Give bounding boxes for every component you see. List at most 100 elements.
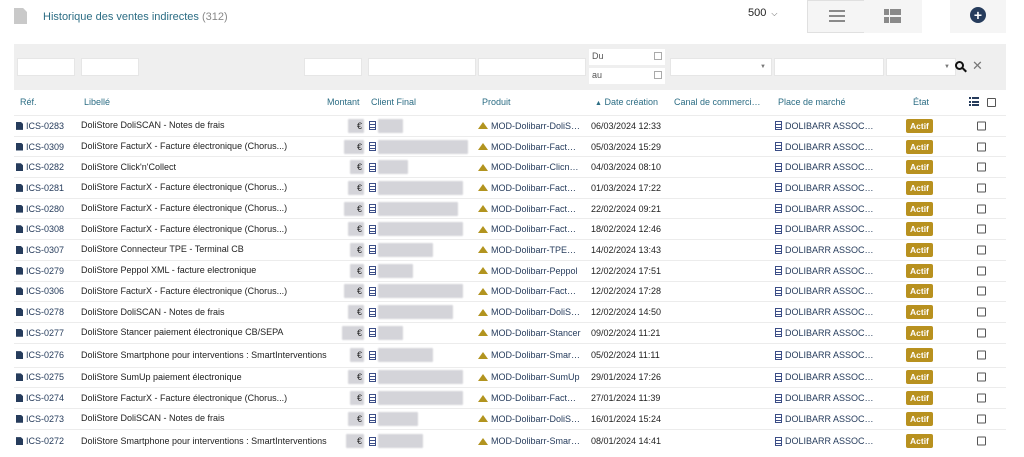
row-ref-link[interactable]: ICS-0278 [26, 307, 64, 317]
row-product[interactable]: MOD-Dolibarr-Fact… [478, 388, 576, 408]
row-ref-link[interactable]: ICS-0282 [26, 162, 64, 172]
col-date[interactable]: ▲ Date création [595, 97, 658, 107]
col-libelle[interactable]: Libellé [84, 97, 110, 107]
row-client-redacted[interactable] [378, 240, 433, 260]
row-marketplace[interactable]: DOLIBARR ASSOC… [775, 261, 874, 281]
row-ref-link[interactable]: ICS-0309 [26, 142, 64, 152]
col-marche[interactable]: Place de marché [778, 97, 846, 107]
row-ref-link[interactable]: ICS-0308 [26, 224, 64, 234]
col-canal[interactable]: Canal de commerci… [674, 97, 761, 107]
filter-produit-input[interactable] [478, 58, 586, 76]
row-ref-link[interactable]: ICS-0281 [26, 183, 64, 193]
row-product[interactable]: MOD-Dolibarr-Smar… [478, 430, 580, 453]
row-client-redacted[interactable] [378, 282, 463, 302]
row-ref-link[interactable]: ICS-0306 [26, 286, 64, 296]
row-marketplace[interactable]: DOLIBARR ASSOC… [775, 240, 874, 260]
row-checkbox[interactable] [977, 245, 986, 255]
row-product[interactable]: MOD-Dolibarr-Fact… [478, 178, 576, 198]
row-checkbox[interactable] [977, 307, 986, 317]
row-product[interactable]: MOD-Dolibarr-SumUp [478, 368, 580, 388]
filter-etat-select[interactable]: ▼ [886, 58, 956, 76]
row-checkbox[interactable] [977, 286, 986, 296]
filter-marche-input[interactable] [774, 58, 884, 76]
row-checkbox[interactable] [977, 162, 986, 172]
row-ref-link[interactable]: ICS-0273 [26, 414, 64, 424]
row-product[interactable]: MOD-Dolibarr-TPE… [478, 240, 576, 260]
list-settings-icon[interactable] [969, 97, 979, 106]
row-marketplace[interactable]: DOLIBARR ASSOC… [775, 409, 874, 429]
row-client-redacted[interactable] [378, 430, 423, 453]
row-ref-link[interactable]: ICS-0274 [26, 393, 64, 403]
search-icon[interactable] [955, 61, 967, 73]
row-product[interactable]: MOD-Dolibarr-DoliS… [478, 409, 580, 429]
col-etat[interactable]: État [913, 97, 929, 107]
row-marketplace[interactable]: DOLIBARR ASSOC… [775, 282, 874, 302]
filter-date-from[interactable]: Du [589, 49, 665, 65]
col-ref[interactable]: Réf. [20, 97, 37, 107]
calendar-icon[interactable] [654, 71, 662, 79]
row-checkbox[interactable] [977, 183, 986, 193]
row-client-redacted[interactable] [378, 302, 453, 322]
row-marketplace[interactable]: DOLIBARR ASSOC… [775, 344, 874, 367]
row-client-redacted[interactable] [378, 409, 418, 429]
row-marketplace[interactable]: DOLIBARR ASSOC… [775, 137, 874, 157]
list-view-button[interactable] [807, 0, 865, 33]
clear-icon[interactable]: ✕ [972, 58, 983, 74]
filter-client-input[interactable] [368, 58, 476, 76]
row-client-redacted[interactable] [378, 219, 463, 239]
row-client-redacted[interactable] [378, 344, 433, 367]
row-product[interactable]: MOD-Dolibarr-Peppol [478, 261, 578, 281]
row-product[interactable]: MOD-Dolibarr-Fact… [478, 137, 576, 157]
col-produit[interactable]: Produit [482, 97, 511, 107]
row-ref-link[interactable]: ICS-0277 [26, 328, 64, 338]
row-marketplace[interactable]: DOLIBARR ASSOC… [775, 388, 874, 408]
row-client-redacted[interactable] [378, 199, 458, 219]
row-checkbox[interactable] [977, 328, 986, 338]
row-client-redacted[interactable] [378, 368, 463, 388]
calendar-icon[interactable] [654, 52, 662, 60]
row-ref-link[interactable]: ICS-0307 [26, 245, 64, 255]
row-checkbox[interactable] [977, 142, 986, 152]
row-ref-link[interactable]: ICS-0272 [26, 436, 64, 446]
row-client-redacted[interactable] [378, 157, 408, 177]
row-product[interactable]: MOD-Dolibarr-Stancer [478, 323, 581, 343]
row-checkbox[interactable] [977, 121, 986, 131]
row-ref-link[interactable]: ICS-0275 [26, 372, 64, 382]
row-product[interactable]: MOD-Dolibarr-DoliS… [478, 116, 580, 136]
page-limit-select[interactable]: 500 ⌵ [748, 7, 777, 19]
row-ref-link[interactable]: ICS-0280 [26, 204, 64, 214]
row-marketplace[interactable]: DOLIBARR ASSOC… [775, 302, 874, 322]
filter-canal-select[interactable]: ▼ [670, 58, 772, 76]
filter-date-to[interactable]: au [589, 68, 665, 84]
row-checkbox[interactable] [977, 204, 986, 214]
row-marketplace[interactable]: DOLIBARR ASSOC… [775, 178, 874, 198]
row-product[interactable]: MOD-Dolibarr-Fact… [478, 219, 576, 239]
row-marketplace[interactable]: DOLIBARR ASSOC… [775, 157, 874, 177]
filter-montant-input[interactable] [304, 58, 362, 76]
row-checkbox[interactable] [977, 414, 986, 424]
row-checkbox[interactable] [977, 350, 986, 360]
row-client-redacted[interactable] [378, 137, 468, 157]
row-marketplace[interactable]: DOLIBARR ASSOC… [775, 116, 874, 136]
row-ref-link[interactable]: ICS-0279 [26, 266, 64, 276]
filter-ref-input[interactable] [17, 58, 75, 76]
kanban-view-button[interactable] [864, 0, 922, 33]
row-client-redacted[interactable] [378, 388, 463, 408]
row-checkbox[interactable] [977, 436, 986, 446]
row-client-redacted[interactable] [378, 261, 413, 281]
row-client-redacted[interactable] [378, 178, 463, 198]
row-product[interactable]: MOD-Dolibarr-Smar… [478, 344, 580, 367]
select-all-checkbox[interactable] [987, 98, 996, 107]
filter-libelle-input[interactable] [81, 58, 139, 76]
col-montant[interactable]: Montant [327, 97, 360, 107]
row-client-redacted[interactable] [378, 323, 403, 343]
row-ref-link[interactable]: ICS-0283 [26, 121, 64, 131]
row-ref-link[interactable]: ICS-0276 [26, 350, 64, 360]
row-marketplace[interactable]: DOLIBARR ASSOC… [775, 199, 874, 219]
row-marketplace[interactable]: DOLIBARR ASSOC… [775, 368, 874, 388]
row-marketplace[interactable]: DOLIBARR ASSOC… [775, 219, 874, 239]
row-product[interactable]: MOD-Dolibarr-Fact… [478, 199, 576, 219]
new-record-button[interactable]: + [950, 0, 1006, 33]
row-checkbox[interactable] [977, 372, 986, 382]
row-product[interactable]: MOD-Dolibarr-DoliS… [478, 302, 580, 322]
